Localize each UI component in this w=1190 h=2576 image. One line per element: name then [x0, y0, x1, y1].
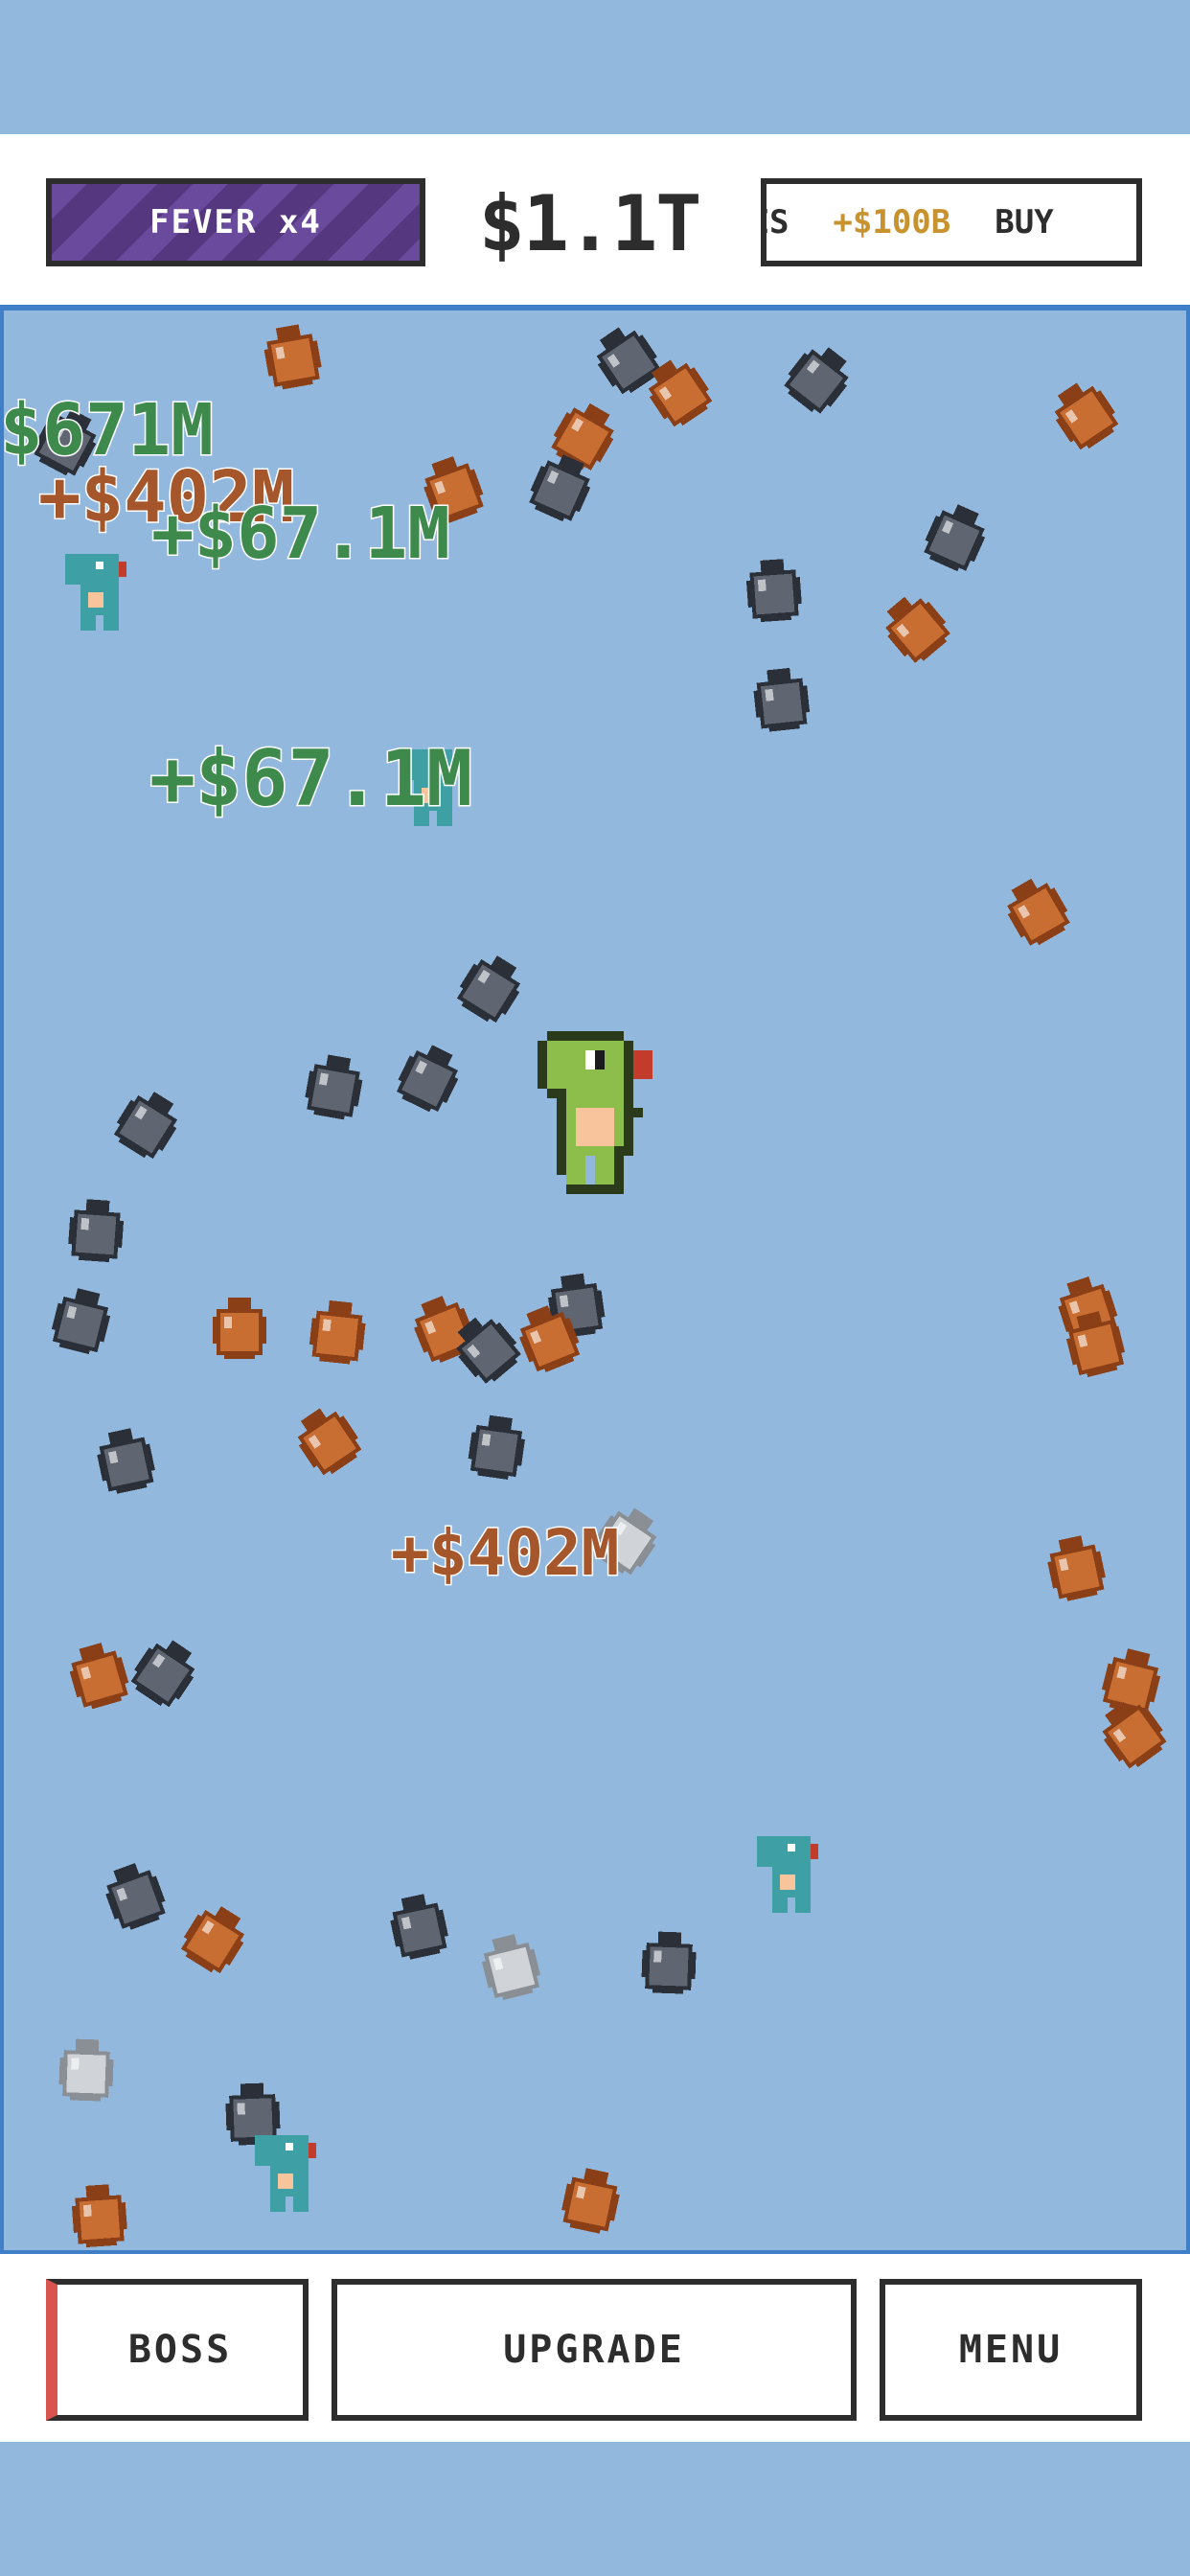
play-field[interactable]: $671M +$402M +$67.1M +$67.1M +$402M	[0, 305, 1190, 2254]
pot-icon[interactable]	[545, 2159, 636, 2250]
pot-icon[interactable]	[289, 1046, 378, 1136]
ticker-text-left: DES	[767, 203, 790, 242]
pot-icon[interactable]	[55, 1193, 136, 1275]
pot-icon[interactable]	[436, 938, 541, 1044]
ticker-text-right: BUY	[995, 203, 1054, 242]
pot-icon[interactable]	[93, 1074, 198, 1180]
offer-ticker[interactable]: DES +$100B BUY	[761, 178, 1142, 266]
baby-dinosaur-icon[interactable]	[757, 1836, 826, 1913]
pot-icon[interactable]	[201, 1294, 278, 1370]
floating-reward-text: +$67.1M	[150, 492, 452, 577]
pot-icon[interactable]	[1033, 364, 1139, 471]
menu-button[interactable]: MENU	[880, 2279, 1142, 2421]
pot-icon[interactable]	[58, 2178, 140, 2254]
bottom-menu-bar: BOSS UPGRADE MENU	[0, 2254, 1190, 2442]
top-hud: FEVER x4 $1.1T DES +$100B BUY	[0, 134, 1190, 305]
boss-button[interactable]: BOSS	[46, 2279, 309, 2421]
dinosaur-player-icon[interactable]	[537, 1031, 692, 1204]
upgrade-button[interactable]: UPGRADE	[332, 2279, 857, 2421]
pot-icon[interactable]	[986, 862, 1090, 966]
pot-icon[interactable]	[740, 661, 824, 746]
money-counter: $1.1T	[478, 178, 702, 268]
pot-icon[interactable]	[377, 1030, 479, 1133]
pot-icon[interactable]	[249, 316, 338, 405]
floating-reward-text: +$67.1M	[148, 733, 473, 825]
pot-icon[interactable]	[629, 1927, 709, 2007]
pot-icon[interactable]	[295, 1294, 379, 1378]
ticker-reward: +$100B	[833, 203, 951, 242]
baby-dinosaur-icon[interactable]	[65, 554, 134, 631]
ticker-strip: DES +$100B BUY	[767, 184, 1098, 261]
pot-icon[interactable]	[733, 553, 814, 634]
baby-dinosaur-icon[interactable]	[255, 2135, 324, 2212]
pot-icon[interactable]	[276, 1390, 382, 1496]
pot-icon[interactable]	[904, 490, 1005, 591]
pot-icon[interactable]	[47, 2035, 126, 2114]
pot-icon[interactable]	[864, 577, 973, 685]
floating-reward-text: +$402M	[389, 1515, 620, 1592]
pot-icon[interactable]	[81, 1419, 172, 1510]
pot-icon[interactable]	[375, 1885, 466, 1976]
fever-multiplier-badge: FEVER x4	[46, 178, 425, 266]
pot-icon[interactable]	[453, 1408, 539, 1494]
pot-icon[interactable]	[1032, 1527, 1123, 1618]
pot-icon[interactable]	[87, 1851, 186, 1949]
pot-icon[interactable]	[763, 328, 870, 435]
pot-icon[interactable]	[34, 1278, 127, 1371]
pot-icon[interactable]	[466, 1924, 559, 2017]
